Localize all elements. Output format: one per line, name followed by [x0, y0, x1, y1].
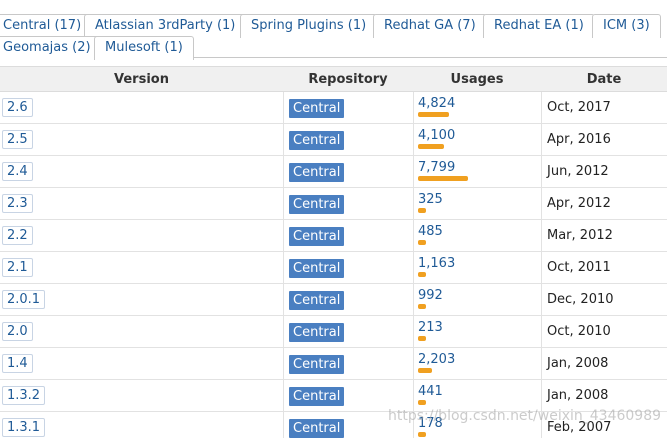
- repository-badge[interactable]: Central: [289, 419, 345, 438]
- tab-atlassian-3rdparty[interactable]: Atlassian 3rdParty (1): [84, 14, 247, 38]
- tab-redhat-ea[interactable]: Redhat EA (1): [483, 14, 595, 38]
- usages-link[interactable]: 4,824: [418, 96, 455, 111]
- usage-bar: [418, 304, 426, 309]
- release-date: Dec, 2010: [547, 292, 614, 307]
- repository-badge[interactable]: Central: [289, 131, 345, 150]
- usage-bar: [418, 368, 432, 373]
- release-date: Jun, 2012: [547, 164, 609, 179]
- column-divider: [541, 92, 542, 438]
- version-link[interactable]: 2.5: [2, 130, 33, 149]
- header-date: Date: [586, 72, 622, 87]
- usages-link[interactable]: 325: [418, 192, 443, 207]
- repository-badge[interactable]: Central: [289, 227, 345, 246]
- version-link[interactable]: 2.2: [2, 226, 33, 245]
- tab-spring-plugins[interactable]: Spring Plugins (1): [240, 14, 378, 38]
- column-divider: [283, 92, 284, 438]
- usage-bar: [418, 144, 444, 149]
- usages-link[interactable]: 441: [418, 384, 443, 399]
- release-date: Apr, 2016: [547, 132, 611, 147]
- table-row: 1.4 Central 2,203 Jan, 2008: [0, 348, 667, 380]
- usage-bar: [418, 272, 426, 277]
- usage-bar: [418, 112, 449, 117]
- usages-link[interactable]: 213: [418, 320, 443, 335]
- header-version: Version: [114, 72, 169, 87]
- table-row: 2.6 Central 4,824 Oct, 2017: [0, 92, 667, 124]
- tab-mulesoft[interactable]: Mulesoft (1): [94, 36, 194, 60]
- repository-tabs: Central (17) Atlassian 3rdParty (1) Spri…: [0, 0, 667, 60]
- table-row: 2.5 Central 4,100 Apr, 2016: [0, 124, 667, 156]
- table-row: 2.2 Central 485 Mar, 2012: [0, 220, 667, 252]
- release-date: Apr, 2012: [547, 196, 611, 211]
- usage-bar: [418, 432, 426, 437]
- usages-link[interactable]: 2,203: [418, 352, 455, 367]
- version-link[interactable]: 1.3.2: [2, 386, 46, 405]
- version-link[interactable]: 2.4: [2, 162, 33, 181]
- repository-badge[interactable]: Central: [289, 99, 345, 118]
- table-row: 2.0 Central 213 Oct, 2010: [0, 316, 667, 348]
- usage-bar: [418, 336, 426, 341]
- repository-badge[interactable]: Central: [289, 323, 345, 342]
- release-date: Oct, 2011: [547, 260, 611, 275]
- repository-badge[interactable]: Central: [289, 355, 345, 374]
- tab-central[interactable]: Central (17): [0, 14, 93, 38]
- tab-redhat-ga[interactable]: Redhat GA (7): [373, 14, 487, 38]
- repository-badge[interactable]: Central: [289, 195, 345, 214]
- usages-link[interactable]: 992: [418, 288, 443, 303]
- usage-bar: [418, 400, 426, 405]
- usage-bar: [418, 176, 468, 181]
- release-date: Jan, 2008: [547, 388, 609, 403]
- usages-link[interactable]: 1,163: [418, 256, 455, 271]
- usages-link[interactable]: 7,799: [418, 160, 455, 175]
- watermark: https://blog.csdn.net/weixin_43460989: [388, 408, 662, 424]
- version-link[interactable]: 2.0.1: [2, 290, 46, 309]
- version-link[interactable]: 2.6: [2, 98, 33, 117]
- repository-badge[interactable]: Central: [289, 163, 345, 182]
- version-link[interactable]: 2.3: [2, 194, 33, 213]
- tab-icm[interactable]: ICM (3): [592, 14, 661, 38]
- usages-link[interactable]: 485: [418, 224, 443, 239]
- version-link[interactable]: 2.1: [2, 258, 33, 277]
- tab-geomajas[interactable]: Geomajas (2): [0, 36, 102, 60]
- header-usages: Usages: [450, 72, 504, 87]
- release-date: Mar, 2012: [547, 228, 613, 243]
- table-row: 2.4 Central 7,799 Jun, 2012: [0, 156, 667, 188]
- version-link[interactable]: 1.3.1: [2, 418, 46, 437]
- repository-badge[interactable]: Central: [289, 387, 345, 406]
- usage-bar: [418, 240, 426, 245]
- column-divider: [413, 92, 414, 438]
- repository-badge[interactable]: Central: [289, 259, 345, 278]
- release-date: Oct, 2017: [547, 100, 611, 115]
- release-date: Jan, 2008: [547, 356, 609, 371]
- version-link[interactable]: 2.0: [2, 322, 33, 341]
- table-row: 2.3 Central 325 Apr, 2012: [0, 188, 667, 220]
- usage-bar: [418, 208, 426, 213]
- header-repository: Repository: [308, 72, 388, 87]
- table-header: Version Repository Usages Date: [0, 66, 667, 92]
- usages-link[interactable]: 4,100: [418, 128, 455, 143]
- table-row: 2.0.1 Central 992 Dec, 2010: [0, 284, 667, 316]
- version-link[interactable]: 1.4: [2, 354, 33, 373]
- repository-badge[interactable]: Central: [289, 291, 345, 310]
- table-row: 2.1 Central 1,163 Oct, 2011: [0, 252, 667, 284]
- release-date: Oct, 2010: [547, 324, 611, 339]
